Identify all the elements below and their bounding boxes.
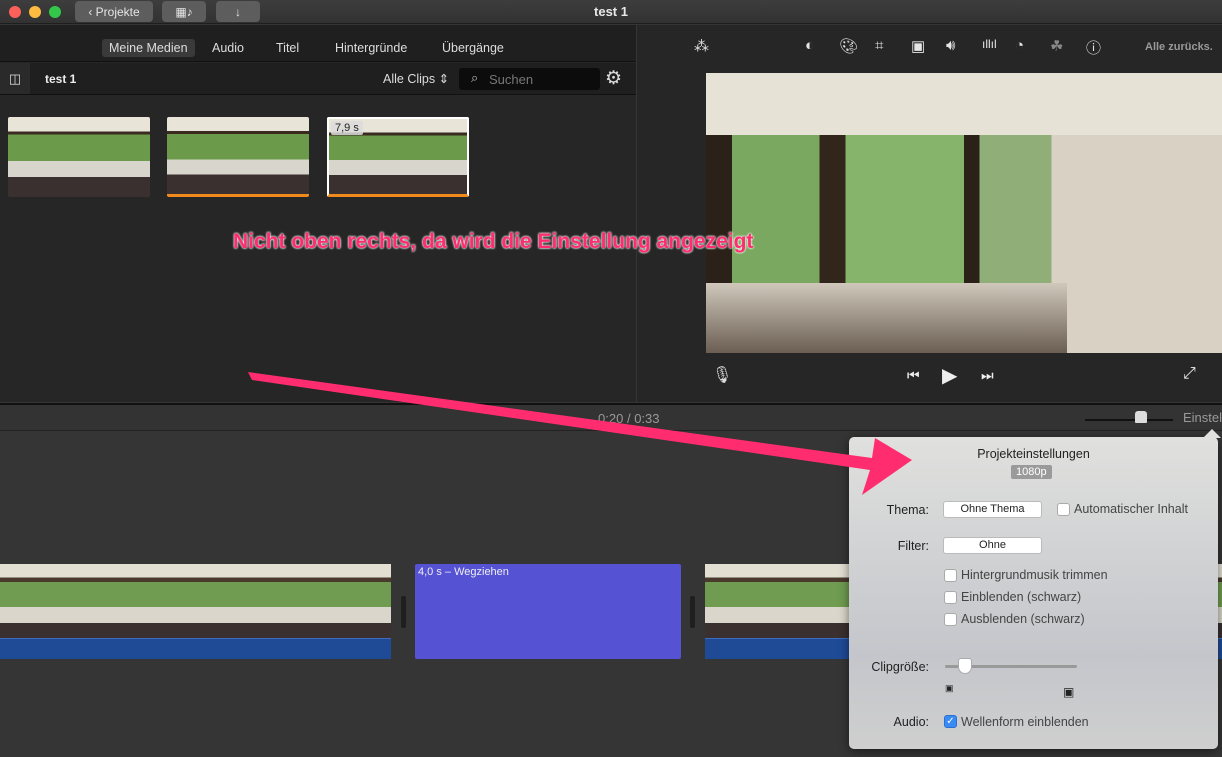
annotation-text: Nicht oben rechts, da wird die Einstellu… bbox=[233, 230, 754, 253]
annotation-arrow bbox=[248, 372, 912, 495]
arrow-shape bbox=[248, 372, 912, 495]
